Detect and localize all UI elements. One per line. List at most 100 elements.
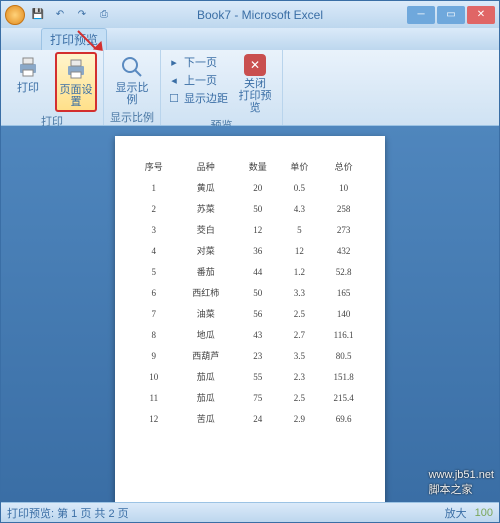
table-cell: 1.2 bbox=[279, 261, 321, 282]
qat-save-icon[interactable]: 💾 bbox=[29, 6, 47, 24]
table-row: 7油菜562.5140 bbox=[133, 303, 367, 324]
table-cell: 茄瓜 bbox=[175, 366, 237, 387]
show-margins-label: 显示边距 bbox=[184, 90, 228, 106]
window-controls: ─ ▭ ✕ bbox=[407, 6, 495, 24]
minimize-button[interactable]: ─ bbox=[407, 6, 435, 24]
next-page-button[interactable]: ▸ 下一页 bbox=[167, 54, 228, 70]
table-cell: 2.9 bbox=[279, 408, 321, 429]
table-cell: 3.3 bbox=[279, 282, 321, 303]
close-preview-button[interactable]: ✕ 关闭 打印预览 bbox=[234, 52, 276, 116]
table-cell: 7 bbox=[133, 303, 175, 324]
window-title: Book7 - Microsoft Excel bbox=[113, 8, 407, 22]
table-cell: 44 bbox=[237, 261, 279, 282]
table-cell: 10 bbox=[320, 177, 367, 198]
table-cell: 36 bbox=[237, 240, 279, 261]
titlebar: 💾 ↶ ↷ ⎙ Book7 - Microsoft Excel ─ ▭ ✕ bbox=[1, 1, 499, 28]
zoom-label: 显示比例 bbox=[113, 82, 151, 106]
printer-icon bbox=[15, 54, 41, 80]
table-cell: 50 bbox=[237, 282, 279, 303]
page-setup-label: 页面设置 bbox=[59, 84, 93, 108]
table-header: 单价 bbox=[279, 156, 321, 177]
table-header: 品种 bbox=[175, 156, 237, 177]
table-cell: 432 bbox=[320, 240, 367, 261]
table-cell: 3 bbox=[133, 219, 175, 240]
table-cell: 2.5 bbox=[279, 387, 321, 408]
table-cell: 3.5 bbox=[279, 345, 321, 366]
zoom-value: 100 bbox=[475, 507, 493, 519]
prev-page-button[interactable]: ◂ 上一页 bbox=[167, 72, 228, 88]
table-cell: 2 bbox=[133, 198, 175, 219]
page-setup-button[interactable]: 页面设置 bbox=[55, 52, 97, 112]
table-cell: 对菜 bbox=[175, 240, 237, 261]
table-row: 10茄瓜552.3151.8 bbox=[133, 366, 367, 387]
table-cell: 20 bbox=[237, 177, 279, 198]
table-cell: 140 bbox=[320, 303, 367, 324]
office-button[interactable] bbox=[5, 5, 25, 25]
table-cell: 地瓜 bbox=[175, 324, 237, 345]
ribbon-group-zoom-label: 显示比例 bbox=[110, 108, 154, 127]
table-cell: 69.6 bbox=[320, 408, 367, 429]
tab-strip: 打印预览 bbox=[1, 28, 499, 50]
table-cell: 273 bbox=[320, 219, 367, 240]
table-cell: 西葫芦 bbox=[175, 345, 237, 366]
table-row: 8地瓜432.7116.1 bbox=[133, 324, 367, 345]
table-cell: 165 bbox=[320, 282, 367, 303]
table-row: 5番茄441.252.8 bbox=[133, 261, 367, 282]
printer-gear-icon bbox=[63, 56, 89, 82]
quick-access-toolbar: 💾 ↶ ↷ ⎙ bbox=[29, 6, 113, 24]
print-button[interactable]: 打印 bbox=[7, 52, 49, 96]
table-cell: 5 bbox=[133, 261, 175, 282]
checkbox-icon: ☐ bbox=[167, 91, 181, 105]
table-cell: 6 bbox=[133, 282, 175, 303]
zoom-button[interactable]: 显示比例 bbox=[111, 52, 153, 108]
table-header: 总价 bbox=[320, 156, 367, 177]
print-label: 打印 bbox=[17, 82, 39, 94]
table-cell: 0.5 bbox=[279, 177, 321, 198]
page-indicator: 打印预览: 第 1 页 共 2 页 bbox=[7, 505, 129, 521]
table-cell: 黄瓜 bbox=[175, 177, 237, 198]
table-header: 数量 bbox=[237, 156, 279, 177]
table-cell: 4.3 bbox=[279, 198, 321, 219]
table-cell: 24 bbox=[237, 408, 279, 429]
table-row: 12苦瓜242.969.6 bbox=[133, 408, 367, 429]
zoom-mode-label[interactable]: 放大 bbox=[445, 505, 467, 521]
data-table: 序号品种数量单价总价 1黄瓜200.5102苏菜504.32583茭白12527… bbox=[133, 156, 367, 429]
preview-workspace[interactable]: 序号品种数量单价总价 1黄瓜200.5102苏菜504.32583茭白12527… bbox=[1, 126, 499, 502]
show-margins-checkbox[interactable]: ☐ 显示边距 bbox=[167, 90, 228, 106]
annotation-arrow bbox=[78, 30, 102, 32]
app-window: 💾 ↶ ↷ ⎙ Book7 - Microsoft Excel ─ ▭ ✕ 打印… bbox=[0, 0, 500, 523]
page-preview: 序号品种数量单价总价 1黄瓜200.5102苏菜504.32583茭白12527… bbox=[115, 136, 385, 502]
table-cell: 番茄 bbox=[175, 261, 237, 282]
table-cell: 11 bbox=[133, 387, 175, 408]
table-cell: 75 bbox=[237, 387, 279, 408]
table-cell: 50 bbox=[237, 198, 279, 219]
qat-print-icon[interactable]: ⎙ bbox=[95, 6, 113, 24]
table-cell: 苏菜 bbox=[175, 198, 237, 219]
table-row: 9西葫芦233.580.5 bbox=[133, 345, 367, 366]
magnifier-icon bbox=[119, 54, 145, 80]
qat-redo-icon[interactable]: ↷ bbox=[73, 6, 91, 24]
table-cell: 258 bbox=[320, 198, 367, 219]
table-cell: 10 bbox=[133, 366, 175, 387]
maximize-button[interactable]: ▭ bbox=[437, 6, 465, 24]
close-preview-label: 关闭 打印预览 bbox=[236, 78, 274, 114]
table-cell: 215.4 bbox=[320, 387, 367, 408]
table-cell: 茄瓜 bbox=[175, 387, 237, 408]
table-cell: 80.5 bbox=[320, 345, 367, 366]
table-cell: 油菜 bbox=[175, 303, 237, 324]
table-cell: 2.5 bbox=[279, 303, 321, 324]
table-cell: 12 bbox=[133, 408, 175, 429]
ribbon-group-preview: ▸ 下一页 ◂ 上一页 ☐ 显示边距 ✕ 关闭 打印预览 bbox=[161, 50, 283, 125]
table-cell: 52.8 bbox=[320, 261, 367, 282]
table-cell: 23 bbox=[237, 345, 279, 366]
prev-page-label: 上一页 bbox=[184, 72, 217, 88]
table-row: 2苏菜504.3258 bbox=[133, 198, 367, 219]
table-cell: 43 bbox=[237, 324, 279, 345]
table-cell: 56 bbox=[237, 303, 279, 324]
table-cell: 西红柿 bbox=[175, 282, 237, 303]
page-up-icon: ◂ bbox=[167, 73, 181, 87]
close-button[interactable]: ✕ bbox=[467, 6, 495, 24]
qat-undo-icon[interactable]: ↶ bbox=[51, 6, 69, 24]
table-cell: 9 bbox=[133, 345, 175, 366]
table-cell: 151.8 bbox=[320, 366, 367, 387]
